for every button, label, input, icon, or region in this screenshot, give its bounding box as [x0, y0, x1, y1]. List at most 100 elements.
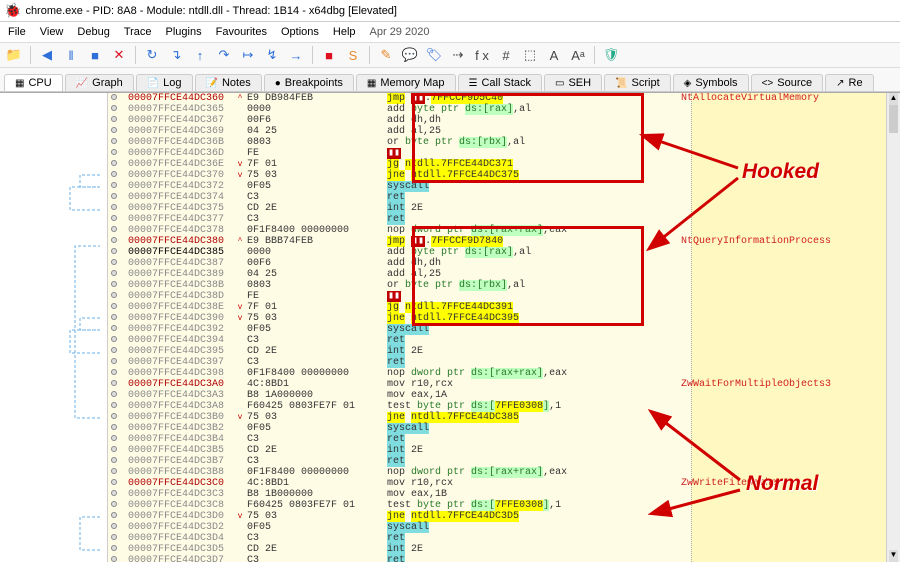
- breakpoint-bullet[interactable]: [111, 182, 117, 188]
- breakpoint-bullet[interactable]: [111, 149, 117, 155]
- breakpoint-bullet[interactable]: [111, 402, 117, 408]
- breakpoint-bullet[interactable]: [111, 380, 117, 386]
- tab-log[interactable]: 📄Log: [136, 74, 193, 91]
- breakpoint-bullet[interactable]: [111, 105, 117, 111]
- breakpoint-bullet[interactable]: [111, 391, 117, 397]
- breakpoint-bullet[interactable]: [111, 127, 117, 133]
- tab-icon: ▦: [367, 78, 376, 89]
- breakpoint-bullet[interactable]: [111, 424, 117, 430]
- breakpoint-bullet[interactable]: [111, 138, 117, 144]
- tab-call-stack[interactable]: ☰Call Stack: [458, 74, 543, 91]
- tab-symbols[interactable]: ◈Symbols: [673, 74, 749, 91]
- breakpoint-bullet[interactable]: [111, 215, 117, 221]
- tab-breakpoints[interactable]: ●Breakpoints: [264, 74, 354, 91]
- breakpoint-bullet[interactable]: [111, 226, 117, 232]
- breakpoint-bullet[interactable]: [111, 545, 117, 551]
- breakpoint-bullet[interactable]: [111, 314, 117, 320]
- toolbar-button[interactable]: Aᵃ: [568, 45, 588, 65]
- menu-plugins[interactable]: Plugins: [166, 26, 202, 38]
- breakpoint-bullet[interactable]: [111, 281, 117, 287]
- breakpoint-bullet[interactable]: [111, 468, 117, 474]
- tab-script[interactable]: 📜Script: [604, 74, 671, 91]
- toolbar-button[interactable]: ↻: [142, 45, 162, 65]
- breakpoint-bullet[interactable]: [111, 446, 117, 452]
- toolbar-button[interactable]: ■: [319, 45, 339, 65]
- toolbar-button[interactable]: 🛡: [601, 45, 621, 65]
- breakpoint-bullet[interactable]: [111, 534, 117, 540]
- toolbar-button[interactable]: ⬚: [520, 45, 540, 65]
- breakpoint-bullet[interactable]: [111, 358, 117, 364]
- toolbar-button[interactable]: ◀: [37, 45, 57, 65]
- menu-trace[interactable]: Trace: [124, 26, 152, 38]
- breakpoint-bullet[interactable]: [111, 204, 117, 210]
- tab-icon: 📝: [206, 78, 218, 89]
- toolbar-button[interactable]: ↑: [190, 45, 210, 65]
- toolbar-button[interactable]: ✎: [376, 45, 396, 65]
- tab-source[interactable]: <>Source: [751, 74, 824, 91]
- breakpoint-bullet[interactable]: [111, 523, 117, 529]
- breakpoint-bullet[interactable]: [111, 270, 117, 276]
- tab-cpu[interactable]: ▦CPU: [4, 74, 63, 91]
- disasm-row[interactable]: 00007FFCE44DC380^E9 BBB74FEBjmp ▮▮.7FFCC…: [108, 236, 886, 247]
- breakpoint-bullet[interactable]: [111, 292, 117, 298]
- breakpoint-bullet[interactable]: [111, 413, 117, 419]
- toolbar-button[interactable]: 📁: [4, 45, 24, 65]
- scrollbar-up[interactable]: ▲: [889, 93, 898, 105]
- breakpoint-bullet[interactable]: [111, 457, 117, 463]
- bytes: C3: [247, 456, 387, 467]
- breakpoint-bullet[interactable]: [111, 237, 117, 243]
- menu-file[interactable]: File: [8, 26, 26, 38]
- scrollbar-thumb[interactable]: [889, 105, 898, 133]
- menu-view[interactable]: View: [40, 26, 64, 38]
- breakpoint-bullet[interactable]: [111, 490, 117, 496]
- breakpoint-bullet[interactable]: [111, 116, 117, 122]
- breakpoint-bullet[interactable]: [111, 259, 117, 265]
- toolbar-button[interactable]: ↴: [166, 45, 186, 65]
- tab-notes[interactable]: 📝Notes: [195, 74, 262, 91]
- toolbar-button[interactable]: →: [286, 45, 306, 65]
- breakpoint-bullet[interactable]: [111, 479, 117, 485]
- menu-help[interactable]: Help: [333, 26, 356, 38]
- toolbar-button[interactable]: 💬: [400, 45, 420, 65]
- toolbar-button[interactable]: ⇢: [448, 45, 468, 65]
- breakpoint-bullet[interactable]: [111, 512, 117, 518]
- breakpoint-bullet[interactable]: [111, 303, 117, 309]
- breakpoint-bullet[interactable]: [111, 193, 117, 199]
- toolbar-button[interactable]: #: [496, 45, 516, 65]
- toolbar-button[interactable]: ↦: [238, 45, 258, 65]
- toolbar-button[interactable]: f x: [472, 45, 492, 65]
- tab-seh[interactable]: ▭SEH: [544, 74, 602, 91]
- tab-memory-map[interactable]: ▦Memory Map: [356, 74, 456, 91]
- menu-options[interactable]: Options: [281, 26, 319, 38]
- bytes: 0000: [247, 104, 387, 115]
- toolbar-button[interactable]: ↷: [214, 45, 234, 65]
- breakpoint-bullet[interactable]: [111, 435, 117, 441]
- disasm-row[interactable]: 00007FFCE44DC3A04C:8BD1mov r10,rcxZwWait…: [108, 379, 886, 390]
- bytes: B8 1B000000: [247, 489, 387, 500]
- breakpoint-bullet[interactable]: [111, 501, 117, 507]
- breakpoint-bullet[interactable]: [111, 556, 117, 562]
- breakpoint-bullet[interactable]: [111, 94, 117, 100]
- breakpoint-bullet[interactable]: [111, 325, 117, 331]
- toolbar-button[interactable]: ■: [85, 45, 105, 65]
- toolbar-button[interactable]: S: [343, 45, 363, 65]
- menu-favourites[interactable]: Favourites: [216, 26, 267, 38]
- toolbar-button[interactable]: ‖: [61, 45, 81, 65]
- address: 00007FFCE44DC3B4: [108, 434, 233, 445]
- scrollbar[interactable]: ▲ ▼: [886, 93, 900, 562]
- disasm-row[interactable]: 00007FFCE44DC360^E9 DB984FEBjmp ▮▮.7FFCC…: [108, 93, 886, 104]
- toolbar-button[interactable]: A: [544, 45, 564, 65]
- breakpoint-bullet[interactable]: [111, 347, 117, 353]
- toolbar-button[interactable]: 🏷: [424, 45, 444, 65]
- breakpoint-bullet[interactable]: [111, 248, 117, 254]
- tab-re[interactable]: ↗Re: [825, 74, 873, 91]
- toolbar-button[interactable]: ✕: [109, 45, 129, 65]
- menu-debug[interactable]: Debug: [77, 26, 109, 38]
- tab-graph[interactable]: 📈Graph: [65, 74, 134, 91]
- toolbar-button[interactable]: ↯: [262, 45, 282, 65]
- breakpoint-bullet[interactable]: [111, 160, 117, 166]
- breakpoint-bullet[interactable]: [111, 171, 117, 177]
- breakpoint-bullet[interactable]: [111, 336, 117, 342]
- breakpoint-bullet[interactable]: [111, 369, 117, 375]
- scrollbar-down[interactable]: ▼: [889, 550, 898, 562]
